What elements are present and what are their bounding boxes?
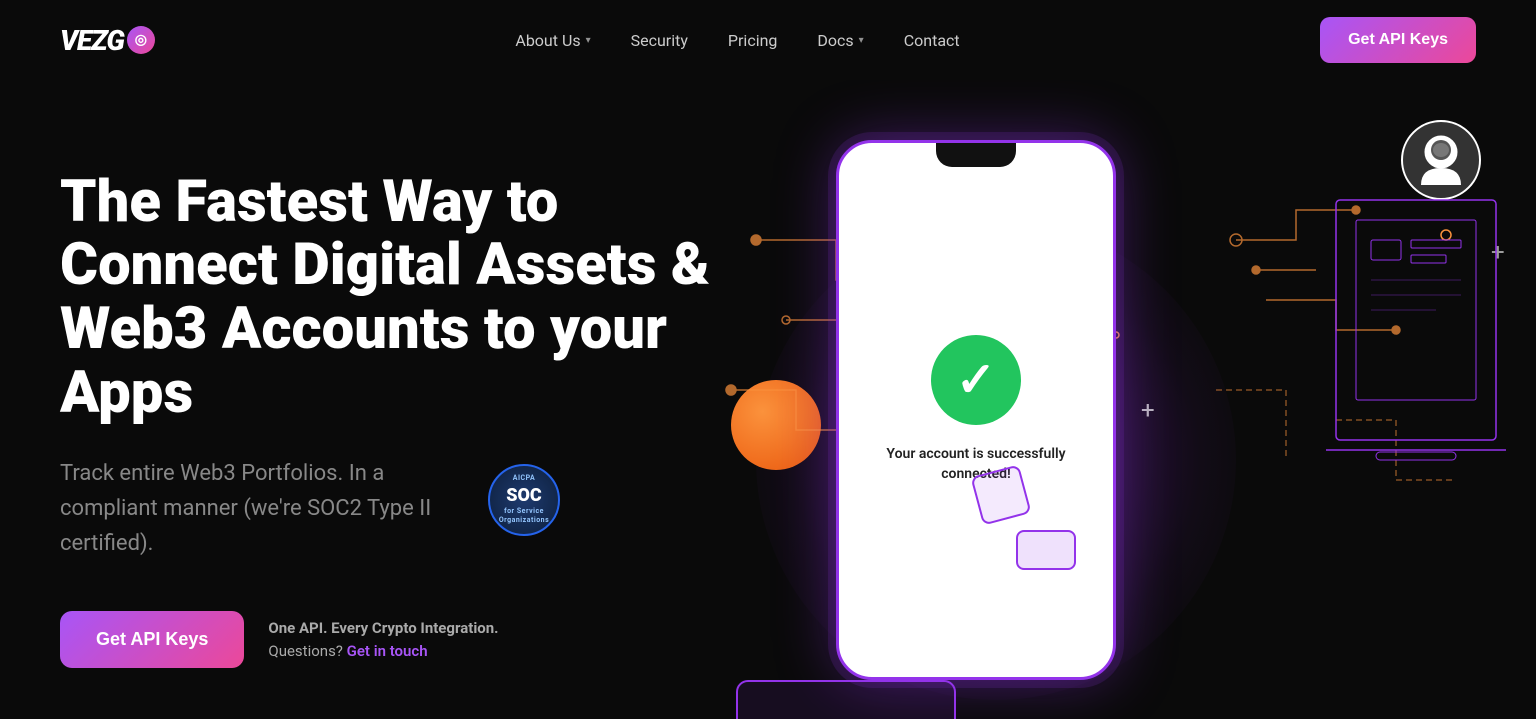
check-icon: ✓ bbox=[956, 356, 996, 404]
phone-notch bbox=[936, 143, 1016, 167]
right-structure bbox=[1316, 190, 1516, 570]
hero-tagline: Questions? bbox=[268, 642, 343, 660]
nav-links: About Us ▾ Security Pricing Docs ▾ Conta… bbox=[499, 23, 975, 58]
logo-text: VEZG bbox=[60, 24, 124, 57]
orange-ball bbox=[731, 380, 821, 470]
logo[interactable]: VEZG ◎ bbox=[60, 24, 155, 57]
hero-get-api-keys-button[interactable]: Get API Keys bbox=[60, 611, 244, 668]
badge-aicpa: AICPA bbox=[513, 474, 535, 483]
nav-docs[interactable]: Docs ▾ bbox=[801, 23, 879, 58]
navigation: VEZG ◎ About Us ▾ Security Pricing Docs … bbox=[0, 0, 1536, 80]
soc2-badge: AICPA SOC for Service Organizations bbox=[488, 464, 560, 536]
hero-section: The Fastest Way to Connect Digital Asset… bbox=[0, 80, 1536, 719]
nav-get-api-keys-button[interactable]: Get API Keys bbox=[1320, 17, 1476, 63]
nav-security[interactable]: Security bbox=[615, 23, 704, 58]
phone-check-circle: ✓ bbox=[931, 335, 1021, 425]
deco-circle-1 bbox=[1016, 530, 1076, 570]
nav-about-us[interactable]: About Us ▾ bbox=[499, 23, 606, 58]
badge-sub: for Service Organizations bbox=[490, 507, 558, 525]
hero-left: The Fastest Way to Connect Digital Asset… bbox=[60, 171, 740, 669]
hero-cta-text: One API. Every Crypto Integration. Quest… bbox=[268, 617, 498, 662]
badge-soc: SOC bbox=[506, 484, 542, 507]
chevron-down-icon: ▾ bbox=[859, 35, 864, 46]
logo-icon: ◎ bbox=[127, 26, 155, 54]
hero-cta-row: Get API Keys One API. Every Crypto Integ… bbox=[60, 611, 740, 668]
hero-get-in-touch-link[interactable]: Get in touch bbox=[347, 642, 428, 660]
hero-subtitle-text: Track entire Web3 Portfolios. In a compl… bbox=[60, 456, 472, 562]
phone-mockup: ✓ Your account is successfully connected… bbox=[836, 140, 1116, 680]
hero-visual: + + ✓ Your bbox=[636, 80, 1536, 719]
nav-pricing[interactable]: Pricing bbox=[712, 23, 794, 58]
robot-icon bbox=[1401, 120, 1481, 200]
hero-title: The Fastest Way to Connect Digital Asset… bbox=[60, 171, 740, 426]
chevron-down-icon: ▾ bbox=[586, 35, 591, 46]
hero-subtitle-row: Track entire Web3 Portfolios. In a compl… bbox=[60, 456, 560, 562]
device-bottom bbox=[736, 680, 956, 719]
hero-tagline-bold: One API. Every Crypto Integration. bbox=[268, 619, 498, 637]
nav-contact[interactable]: Contact bbox=[888, 23, 976, 58]
